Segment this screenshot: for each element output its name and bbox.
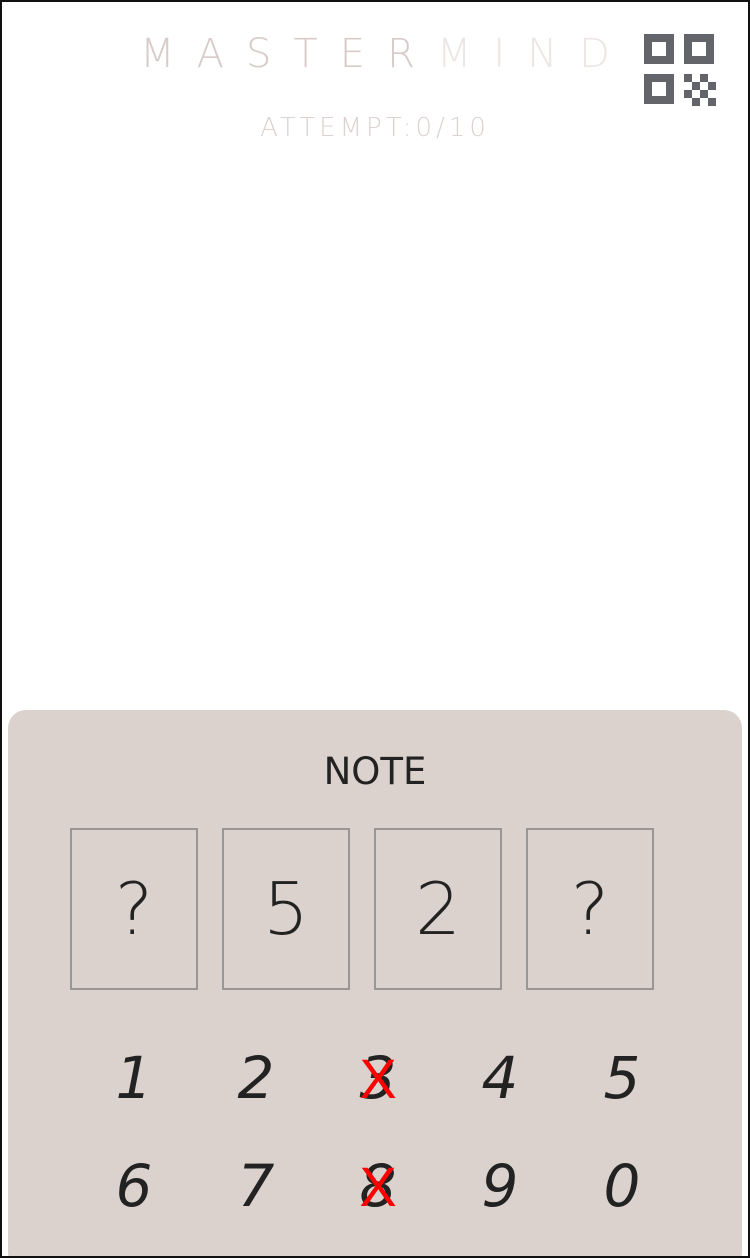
- title-letter: D: [579, 31, 632, 77]
- digit-label: 0: [603, 1152, 641, 1220]
- guess-slot-1[interactable]: ?: [70, 828, 198, 990]
- digit-label: 6: [115, 1152, 153, 1220]
- exclude-mark: X: [359, 1046, 397, 1110]
- title-letter: A: [196, 31, 246, 77]
- title-letter: R: [387, 31, 437, 77]
- digit-key-7[interactable]: 7X: [216, 1146, 296, 1226]
- title-letter: N: [527, 31, 580, 77]
- title-letter: M: [436, 31, 494, 77]
- title-letter: E: [339, 31, 388, 77]
- qr-code-button[interactable]: [642, 32, 718, 108]
- guess-slot-4[interactable]: ?: [526, 828, 654, 990]
- guess-slot-3[interactable]: 2: [374, 828, 502, 990]
- digit-label: 1: [115, 1044, 153, 1112]
- digit-label: 7: [237, 1152, 275, 1220]
- digit-key-2[interactable]: 2X: [216, 1038, 296, 1118]
- digit-key-6[interactable]: 6X: [94, 1146, 174, 1226]
- attempt-counter: ATTEMPT:0/10: [260, 113, 490, 143]
- digit-label: 5: [603, 1044, 641, 1112]
- digit-key-1[interactable]: 1X: [94, 1038, 174, 1118]
- digit-key-3[interactable]: 3X: [338, 1038, 418, 1118]
- exclude-mark: X: [359, 1154, 397, 1218]
- digit-key-5[interactable]: 5X: [582, 1038, 662, 1118]
- game-title: MASTERMIND: [2, 30, 748, 78]
- digit-key-0[interactable]: 0X: [582, 1146, 662, 1226]
- digit-label: 9: [481, 1152, 519, 1220]
- title-letter: I: [493, 31, 528, 77]
- title-letter: M: [140, 31, 197, 77]
- digit-label: 4: [481, 1044, 519, 1112]
- digit-key-9[interactable]: 9X: [460, 1146, 540, 1226]
- note-title: NOTE: [323, 750, 427, 793]
- guess-slot-2[interactable]: 5: [222, 828, 350, 990]
- qr-code-icon: [644, 34, 716, 106]
- title-letter: S: [245, 31, 294, 77]
- digit-key-8[interactable]: 8X: [338, 1146, 418, 1226]
- digit-key-4[interactable]: 4X: [460, 1038, 540, 1118]
- note-panel: NOTE ? 5 2 ? 1X 2X 3X 4X 5X 6X 7X 8X 9X …: [8, 710, 742, 1256]
- game-screen: MASTERMIND ATTEMPT:0/10 NOTE ? 5 2 ? 1 2…: [0, 0, 750, 1258]
- title-letter: T: [293, 31, 340, 77]
- digit-label: 2: [237, 1044, 275, 1112]
